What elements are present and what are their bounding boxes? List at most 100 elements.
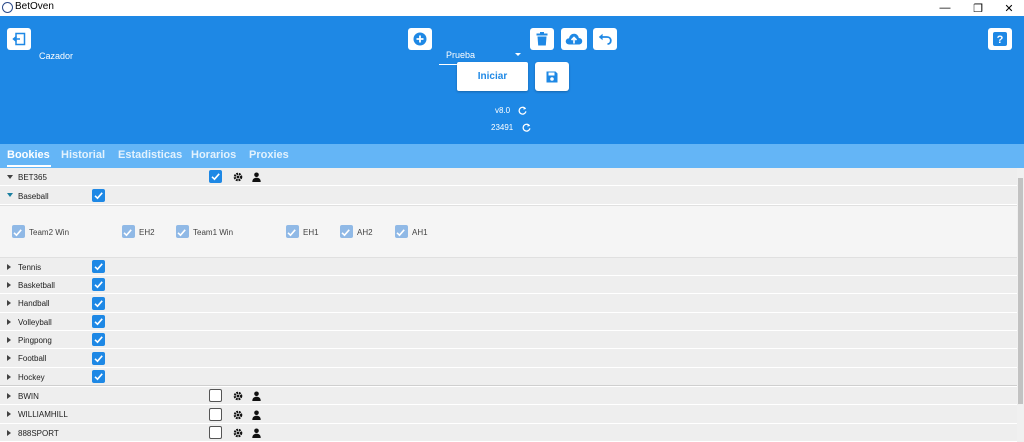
floppy-disk-icon: [546, 71, 558, 82]
bookie-row-williamhill[interactable]: WILLIAMHILL: [0, 405, 1017, 424]
football-checkbox[interactable]: [92, 352, 105, 365]
help-icon: ?: [993, 32, 1007, 46]
williamhill-enabled-checkbox[interactable]: [209, 408, 222, 421]
hockey-checkbox[interactable]: [92, 370, 105, 383]
check-icon: [211, 173, 220, 181]
profile-label: Cazador: [39, 51, 74, 61]
market-ah2-checkbox[interactable]: [340, 225, 353, 238]
expand-williamhill-icon[interactable]: [7, 411, 11, 417]
market-team1-win-checkbox[interactable]: [176, 225, 189, 238]
start-button[interactable]: Iniciar: [457, 62, 528, 91]
sport-name: Tennis: [18, 263, 42, 272]
check-icon: [94, 281, 103, 289]
user-icon[interactable]: [252, 172, 261, 182]
trash-icon: [536, 32, 548, 46]
expand-handball-icon[interactable]: [7, 300, 11, 306]
baseball-checkbox[interactable]: [92, 189, 105, 202]
tab-bookies[interactable]: Bookies: [7, 149, 50, 161]
save-button[interactable]: [535, 62, 569, 91]
basketball-checkbox[interactable]: [92, 278, 105, 291]
expand-bwin-icon[interactable]: [7, 393, 11, 399]
bookie-row-bet365[interactable]: BET365: [0, 168, 1017, 186]
cloud-upload-icon: [565, 33, 583, 45]
market-label: AH1: [412, 228, 428, 237]
sport-row-tennis[interactable]: Tennis: [0, 258, 1017, 276]
bookie-name: WILLIAMHILL: [18, 410, 68, 419]
expand-hockey-icon[interactable]: [7, 374, 11, 380]
logout-button[interactable]: [7, 28, 31, 50]
check-icon: [94, 263, 103, 271]
check-icon: [94, 318, 103, 326]
refresh-build-icon[interactable]: [522, 123, 531, 132]
user-icon[interactable]: [252, 410, 261, 420]
market-label: Team1 Win: [193, 228, 234, 237]
market-label: EH2: [139, 228, 155, 237]
tab-estadisticas[interactable]: Estadisticas: [118, 149, 182, 161]
bet365-enabled-checkbox[interactable]: [209, 170, 222, 183]
market-label: EH1: [303, 228, 319, 237]
sport-name: Football: [18, 354, 47, 363]
refresh-version-icon[interactable]: [518, 106, 527, 115]
check-icon: [94, 336, 103, 344]
app-logo-icon: [2, 2, 13, 13]
gear-icon[interactable]: [233, 410, 243, 420]
tennis-checkbox[interactable]: [92, 260, 105, 273]
market-label: Team2 Win: [29, 228, 70, 237]
tab-proxies[interactable]: Proxies: [249, 149, 289, 161]
help-button[interactable]: ?: [988, 28, 1012, 50]
sport-row-volleyball[interactable]: Volleyball: [0, 313, 1017, 331]
expand-volleyball-icon[interactable]: [7, 319, 11, 325]
app-title: BetOven: [15, 1, 54, 12]
bookie-row-bwin[interactable]: BWIN: [0, 387, 1017, 405]
restore-button[interactable]: ❐: [963, 0, 993, 16]
market-eh2-checkbox[interactable]: [122, 225, 135, 238]
expand-football-icon[interactable]: [7, 355, 11, 361]
vertical-scrollbar[interactable]: [1017, 168, 1024, 442]
user-icon[interactable]: [252, 428, 261, 438]
undo-button[interactable]: [593, 28, 617, 50]
expand-888sport-icon[interactable]: [7, 430, 11, 436]
user-icon[interactable]: [252, 391, 261, 401]
market-ah1-checkbox[interactable]: [395, 225, 408, 238]
close-button[interactable]: ✕: [994, 0, 1024, 16]
gear-icon[interactable]: [233, 391, 243, 401]
sport-row-pingpong[interactable]: Pingpong: [0, 331, 1017, 349]
sport-row-baseball[interactable]: Baseball: [0, 186, 1017, 205]
check-icon: [94, 373, 103, 381]
expand-basketball-icon[interactable]: [7, 282, 11, 288]
expand-baseball-icon[interactable]: [7, 193, 13, 197]
add-profile-button[interactable]: [408, 28, 432, 50]
scrollbar-thumb[interactable]: [1018, 178, 1023, 404]
expand-pingpong-icon[interactable]: [7, 337, 11, 343]
sport-name: Hockey: [18, 373, 45, 382]
sport-row-hockey[interactable]: Hockey: [0, 368, 1017, 386]
delete-profile-button[interactable]: [530, 28, 554, 50]
bookie-row-888sport[interactable]: 888SPORT: [0, 424, 1017, 442]
sport-name: Volleyball: [18, 318, 52, 327]
handball-checkbox[interactable]: [92, 297, 105, 310]
gear-icon[interactable]: [233, 172, 243, 182]
market-team2-win-checkbox[interactable]: [12, 225, 25, 238]
baseball-markets-panel: Team2 Win EH2 Team1 Win EH1 AH2 AH1: [0, 205, 1017, 258]
minimize-button[interactable]: —: [930, 0, 960, 16]
bwin-enabled-checkbox[interactable]: [209, 389, 222, 402]
check-icon: [341, 229, 350, 237]
check-icon: [94, 300, 103, 308]
chevron-down-icon: [515, 53, 521, 56]
gear-icon[interactable]: [233, 428, 243, 438]
tab-horarios[interactable]: Horarios: [191, 149, 236, 161]
sport-row-football[interactable]: Football: [0, 349, 1017, 368]
bookies-list: BET365 Baseball Team2 Win EH2 Team1 Win …: [0, 168, 1017, 442]
tab-historial[interactable]: Historial: [61, 149, 105, 161]
market-eh1-checkbox[interactable]: [286, 225, 299, 238]
expand-bet365-icon[interactable]: [7, 175, 13, 179]
exit-icon: [12, 32, 26, 46]
pingpong-checkbox[interactable]: [92, 333, 105, 346]
upload-button[interactable]: [561, 28, 587, 50]
volleyball-checkbox[interactable]: [92, 315, 105, 328]
expand-tennis-icon[interactable]: [7, 264, 11, 270]
888sport-enabled-checkbox[interactable]: [209, 426, 222, 439]
sport-row-basketball[interactable]: Basketball: [0, 276, 1017, 294]
sport-row-handball[interactable]: Handball: [0, 294, 1017, 313]
bookie-name: 888SPORT: [18, 429, 59, 438]
